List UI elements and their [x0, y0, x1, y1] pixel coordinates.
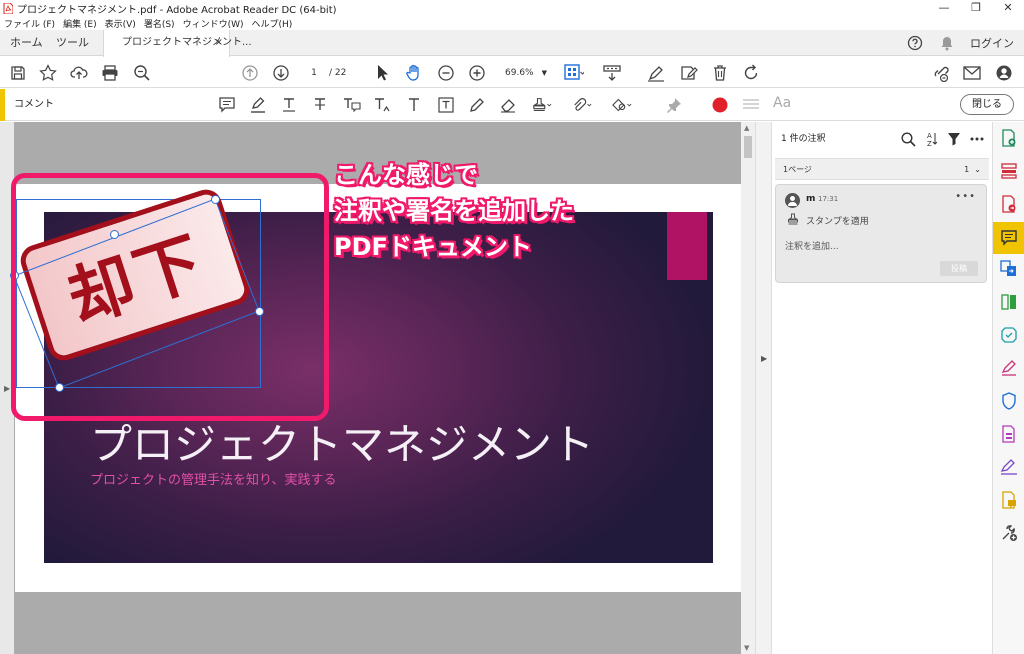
strikethrough-icon[interactable] [310, 95, 330, 115]
page-group-count-value: 1 [964, 165, 970, 174]
page-group-label: 1ページ [783, 165, 812, 174]
window-controls: — ❐ ✕ [928, 0, 1024, 16]
collapse-pane-icon[interactable]: ▶ [761, 354, 767, 363]
scrollbar-thumb[interactable] [744, 136, 752, 158]
select-cursor-icon[interactable] [373, 63, 393, 83]
comment-author: m [806, 194, 816, 204]
stamp-tool-icon[interactable] [532, 95, 552, 115]
callout-highlight-frame [11, 173, 329, 421]
user-account-icon[interactable] [994, 63, 1014, 83]
edit-pdf-icon[interactable] [679, 63, 699, 83]
callout-text: こんな感じで 注釈や署名を追加した PDFドキュメント [334, 157, 574, 265]
organize-pages-icon[interactable] [999, 161, 1019, 181]
stamp-icon [787, 213, 799, 225]
pencil-draw-icon[interactable] [467, 95, 487, 115]
scroll-down-icon[interactable]: ▼ [744, 644, 749, 652]
scroll-up-icon[interactable]: ▲ [744, 124, 749, 132]
close-comment-button[interactable]: 閉じる [960, 94, 1014, 115]
edit-pages-icon[interactable] [999, 292, 1019, 312]
comments-header: 1 件の注釈 AZ [772, 122, 992, 156]
avatar [785, 193, 800, 208]
zoom-value: 69.6% [505, 68, 534, 78]
minimize-button[interactable]: — [928, 0, 960, 16]
filter-icon[interactable] [945, 130, 963, 148]
zoom-out-icon[interactable] [436, 63, 456, 83]
help-icon[interactable] [906, 34, 924, 52]
zoom-in-icon[interactable] [467, 63, 487, 83]
font-size-label[interactable]: Aa [773, 95, 791, 111]
add-text-icon[interactable] [404, 95, 424, 115]
slide-subtitle: プロジェクトの管理手法を知り、実践する [90, 473, 337, 488]
send-for-signature-icon[interactable] [999, 457, 1019, 477]
callout-line-1: こんな感じで [334, 161, 478, 189]
close-window-button[interactable]: ✕ [992, 0, 1024, 16]
scan-ocr-icon[interactable] [999, 325, 1019, 345]
tabbar-right: ログイン [892, 30, 1014, 56]
callout-line-3: PDFドキュメント [334, 233, 532, 261]
pin-icon[interactable] [664, 95, 684, 115]
rotate-icon[interactable] [741, 63, 761, 83]
prepare-form-icon[interactable] [999, 424, 1019, 444]
comments-count: 1 件の注釈 [781, 134, 826, 144]
send-comments-icon[interactable] [999, 490, 1019, 510]
attach-file-icon[interactable] [572, 95, 592, 115]
search-icon[interactable] [899, 130, 917, 148]
combine-files-icon[interactable] [999, 259, 1019, 279]
comment-tool-icon[interactable] [993, 222, 1024, 254]
create-pdf-icon[interactable] [999, 128, 1019, 148]
insert-text-icon[interactable] [373, 95, 393, 115]
replace-text-icon[interactable] [342, 95, 362, 115]
comments-page-group[interactable]: 1ページ 1 ⌄ [775, 158, 989, 180]
callout-line-2: 注釈や署名を追加した [334, 197, 574, 225]
page-group-count: 1 ⌄ [964, 159, 981, 181]
post-button[interactable]: 投稿 [940, 261, 978, 276]
svg-text:A: A [927, 132, 932, 140]
comment-time: 17:31 [818, 195, 839, 203]
trash-icon[interactable] [710, 63, 730, 83]
sign-pen-icon[interactable] [646, 63, 666, 83]
email-icon[interactable] [962, 63, 982, 83]
text-box-icon[interactable] [436, 95, 456, 115]
right-tools-strip [992, 122, 1024, 654]
zoom-select[interactable]: 69.6% ▼ [497, 64, 549, 82]
bell-icon[interactable] [938, 34, 956, 52]
pane-divider[interactable]: ▶ [755, 122, 772, 654]
page-layout-icon[interactable] [564, 63, 584, 83]
more-tools-icon[interactable] [999, 523, 1019, 543]
comments-pane: 1 件の注釈 AZ 1ページ 1 ⌄ m 17:31 ••• スタンプを適用 注… [772, 122, 992, 654]
reply-input[interactable]: 注釈を追加... [785, 239, 839, 252]
restore-button[interactable]: ❐ [960, 0, 992, 16]
line-width-icon[interactable] [741, 95, 761, 115]
vertical-scrollbar[interactable]: ▲ ▼ [741, 122, 755, 654]
sort-icon[interactable]: AZ [922, 130, 940, 148]
comment-action: スタンプを適用 [806, 217, 869, 227]
page-number-input[interactable]: 1 [300, 65, 328, 81]
svg-text:Z: Z [927, 140, 932, 147]
protect-shield-icon[interactable] [999, 391, 1019, 411]
more-options-icon[interactable] [968, 130, 986, 148]
shapes-tool-icon[interactable] [612, 95, 632, 115]
eraser-icon[interactable] [498, 95, 518, 115]
login-link[interactable]: ログイン [970, 35, 1014, 51]
hand-tool-icon[interactable] [404, 63, 424, 83]
color-picker-icon[interactable] [710, 95, 730, 115]
comment-more-icon[interactable]: ••• [955, 191, 976, 202]
fill-sign-icon[interactable] [999, 358, 1019, 378]
export-pdf-icon[interactable] [999, 194, 1019, 214]
chevron-down-icon[interactable]: ⌄ [974, 165, 981, 174]
share-link-icon[interactable] [930, 63, 950, 83]
page-total: / 22 [329, 68, 347, 78]
comment-card[interactable]: m 17:31 ••• スタンプを適用 注釈を追加... 投稿 [775, 184, 987, 283]
chevron-down-icon: ▼ [541, 69, 547, 77]
slide-accent-block [667, 212, 707, 280]
scroll-mode-icon[interactable] [602, 63, 622, 83]
